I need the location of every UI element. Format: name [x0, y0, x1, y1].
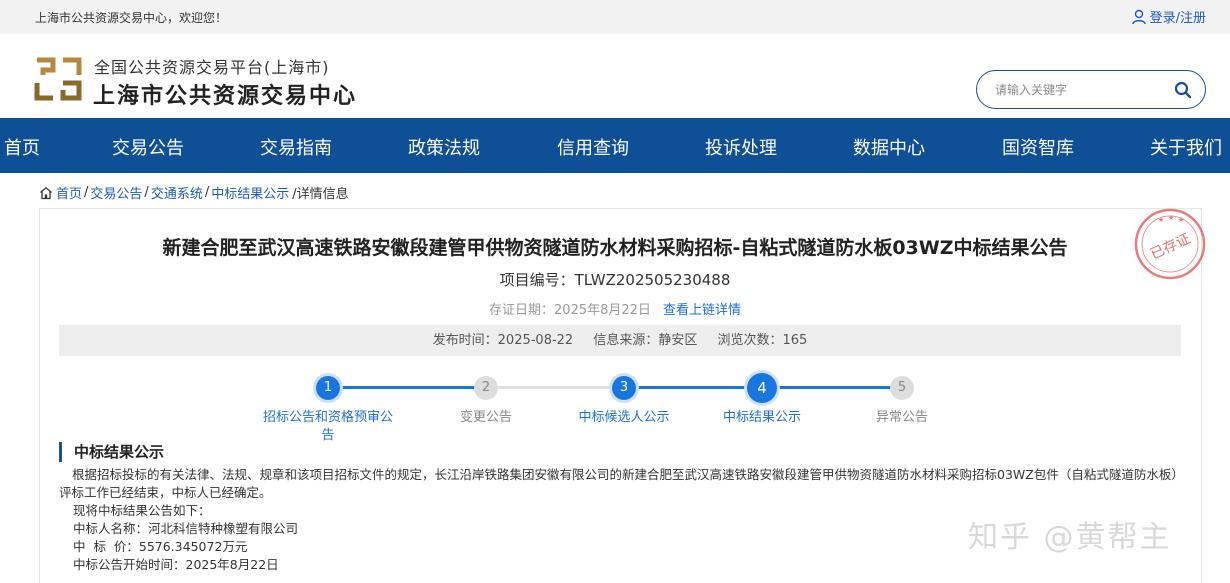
- deposit-date: 存证日期：2025年8月22日: [489, 303, 651, 318]
- nav-item-complaint[interactable]: 投诉处理: [705, 134, 777, 160]
- brand-title: 上海市公共资源交易中心: [93, 84, 358, 109]
- step-5-label[interactable]: 异常公告: [852, 409, 952, 427]
- nav-item-data-center[interactable]: 数据中心: [853, 134, 925, 160]
- breadcrumb-transport[interactable]: 交通系统: [151, 183, 203, 202]
- top-bar: 上海市公共资源交易中心，欢迎您！ 登录/注册: [0, 0, 1230, 34]
- welcome-text: 上海市公共资源交易中心，欢迎您！: [35, 11, 228, 25]
- step-1-label[interactable]: 招标公告和资格预审公 告: [243, 409, 413, 445]
- step-2-label[interactable]: 变更公告: [436, 409, 536, 427]
- project-number: 项目编号：TLWZ202505230488: [499, 271, 731, 289]
- home-icon: [40, 186, 52, 199]
- certified-stamp-icon: ★ ★ ★ 已存证: [1134, 208, 1206, 280]
- progress-steps: 1 2 3 4 5 招标公告和资格预审公 告 变更公告 中标候选人公示 中标结果…: [0, 372, 1230, 452]
- step-5-circle[interactable]: 5: [890, 376, 914, 400]
- step-connector: [762, 386, 902, 389]
- svg-text:★: ★: [1178, 216, 1184, 224]
- nav-item-think-tank[interactable]: 国资智库: [1002, 134, 1074, 160]
- nav-item-policy[interactable]: 政策法规: [408, 134, 480, 160]
- step-1-label-line2: 告: [321, 428, 335, 443]
- svg-text:★: ★: [1158, 216, 1164, 224]
- stamp-text: 已存证: [1148, 231, 1193, 263]
- main-nav: 首页 交易公告 交易指南 政策法规 信用查询 投诉处理 数据中心 国资智库 关于…: [0, 118, 1230, 173]
- page-title: 新建合肥至武汉高速铁路安徽段建管甲供物资隧道防水材料采购招标-自粘式隧道防水板0…: [162, 237, 1068, 259]
- step-connector: [486, 386, 624, 389]
- info-source: 信息来源：静安区: [593, 333, 698, 348]
- site-header: 全国公共资源交易平台(上海市) 上海市公共资源交易中心: [0, 34, 1230, 118]
- section-title: 中标结果公示: [59, 442, 164, 462]
- announcement-paragraph: 根据招标投标的有关法律、法规、规章和该项目招标文件的规定，长江沿岸铁路集团安徽有…: [59, 467, 1184, 500]
- brand-subtitle: 全国公共资源交易平台(上海市): [94, 58, 330, 77]
- step-1-label-line1: 招标公告和资格预审公: [262, 410, 393, 425]
- announcement-start-date: 中标公告开始时间：2025年8月22日: [73, 557, 279, 572]
- meta-bar: 发布时间：2025-08-22 信息来源：静安区 浏览次数：165: [59, 325, 1181, 356]
- nav-item-about[interactable]: 关于我们: [1150, 134, 1222, 160]
- step-connector: [328, 386, 486, 389]
- step-4-label[interactable]: 中标结果公示: [702, 409, 822, 427]
- breadcrumb-home[interactable]: 首页: [56, 183, 82, 202]
- login-register-link[interactable]: 登录/注册: [1131, 7, 1206, 26]
- nav-item-announcements[interactable]: 交易公告: [112, 134, 184, 160]
- user-icon: [1131, 9, 1146, 24]
- deposit-line: 存证日期：2025年8月22日 查看上链详情: [0, 299, 1230, 318]
- publish-time: 发布时间：2025-08-22: [432, 333, 574, 348]
- nav-item-credit[interactable]: 信用查询: [557, 134, 629, 160]
- view-chain-details-link[interactable]: 查看上链详情: [663, 303, 741, 318]
- step-3-circle[interactable]: 3: [612, 376, 636, 400]
- svg-text:★: ★: [1168, 214, 1174, 222]
- search-box: [976, 70, 1206, 109]
- breadcrumb-announcements[interactable]: 交易公告: [90, 183, 142, 202]
- search-input[interactable]: [995, 80, 1165, 100]
- nav-item-guide[interactable]: 交易指南: [260, 134, 332, 160]
- step-1-circle[interactable]: 1: [316, 376, 340, 400]
- search-icon[interactable]: [1173, 80, 1193, 100]
- breadcrumb-current: /详情信息: [292, 187, 349, 202]
- step-connector: [624, 386, 762, 389]
- step-3-label[interactable]: 中标候选人公示: [564, 409, 684, 427]
- breadcrumb-award-result[interactable]: 中标结果公示: [211, 183, 289, 202]
- watermark: 知乎 @黄帮主: [968, 520, 1172, 555]
- nav-item-home[interactable]: 首页: [4, 134, 40, 160]
- step-4-circle[interactable]: 4: [747, 373, 777, 403]
- breadcrumb: 首页 / 交易公告 / 交通系统 / 中标结果公示 /详情信息: [39, 183, 349, 202]
- login-register-label: 登录/注册: [1149, 11, 1206, 26]
- step-2-circle[interactable]: 2: [474, 376, 498, 400]
- view-count: 浏览次数：165: [717, 333, 808, 348]
- site-logo-icon[interactable]: [33, 56, 85, 102]
